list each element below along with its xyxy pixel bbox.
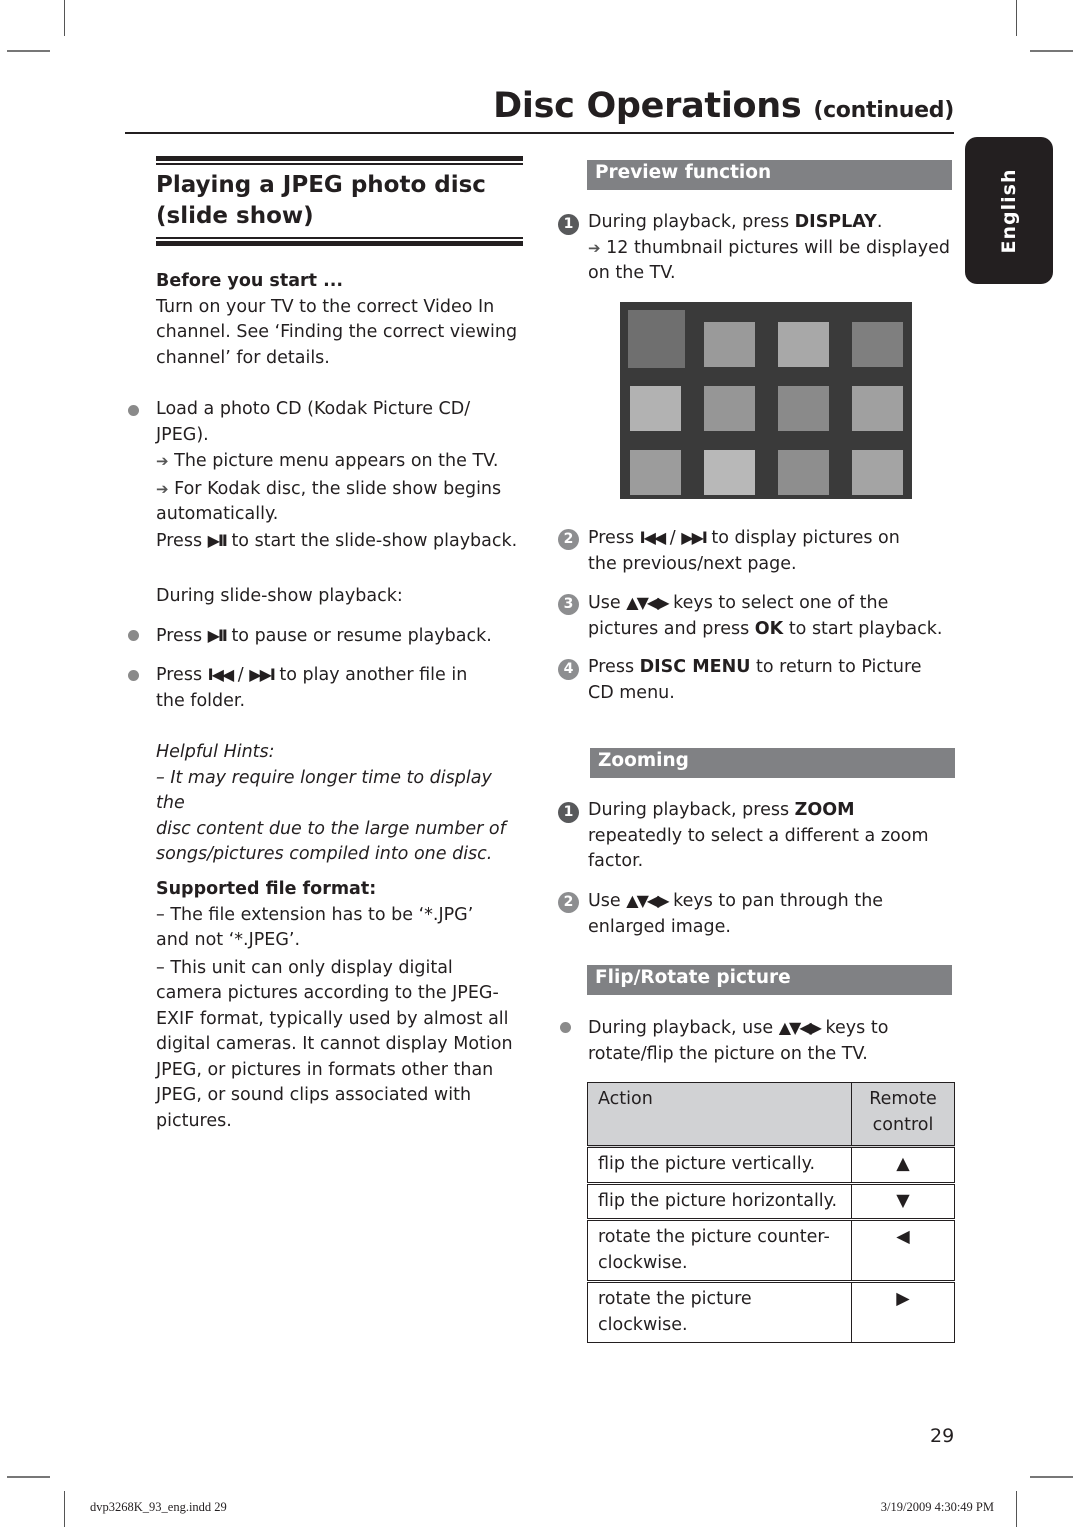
thumbnail-image xyxy=(852,322,903,367)
arrow-keys-icon: ▲▼◀▶ xyxy=(778,1018,822,1037)
arrow-right-icon: ➔ xyxy=(156,452,169,470)
slug-timestamp: 3/19/2009 4:30:49 PM xyxy=(880,1500,994,1514)
down-arrow-icon: ▼ xyxy=(851,1181,955,1220)
crop-mark xyxy=(1016,0,1017,36)
thumbnail-grid-image xyxy=(620,302,912,499)
crop-mark xyxy=(64,1491,65,1527)
table-row: rotate the picture clockwise. ▶ xyxy=(587,1280,955,1343)
arrow-right-icon: ➔ xyxy=(588,238,601,257)
ok-key: OK xyxy=(754,618,784,639)
thumbnail-image xyxy=(630,450,681,495)
zooming-step-2: Use ▲▼◀▶ keys to pan through the enlarge… xyxy=(588,891,884,937)
thumbnail-image xyxy=(630,386,681,431)
page-title-main: Disc Operations xyxy=(493,86,802,126)
preview-step-3: Use ▲▼◀▶ keys to select one of the pictu… xyxy=(588,593,943,639)
thumbnail-image xyxy=(628,310,685,368)
preview-step-2: Press I◀◀ / ▶▶I to display pictures on t… xyxy=(588,528,900,574)
previous-icon: I◀◀ xyxy=(207,665,235,684)
table-row: flip the picture vertically. ▲ xyxy=(587,1145,955,1184)
flip-instruction: During playback, use ▲▼◀▶ keys to rotate… xyxy=(588,1018,889,1064)
hints-heading: Helpful Hints: xyxy=(156,742,275,762)
title-rule xyxy=(125,132,954,134)
pause-instruction: Press ▶II to pause or resume playback. xyxy=(156,626,492,646)
crop-mark xyxy=(1030,1476,1073,1478)
crop-mark xyxy=(7,50,50,52)
step-number-icon: 2 xyxy=(558,892,579,913)
slug-filename: dvp3268K_93_eng.indd 29 xyxy=(90,1500,227,1514)
thumbnail-image xyxy=(778,386,829,431)
zoom-key: ZOOM xyxy=(794,800,855,820)
up-arrow-icon: ▲ xyxy=(851,1145,955,1184)
thumbnail-image xyxy=(704,322,755,367)
load-disc-instructions: Load a photo CD (Kodak Picture CD/ JPEG)… xyxy=(156,399,518,551)
helpful-hints: Helpful Hints: – It may require longer t… xyxy=(156,740,526,868)
next-icon: ▶▶I xyxy=(249,665,276,684)
flip-rotate-table: Action Remote control flip the picture v… xyxy=(587,1082,955,1343)
crop-mark xyxy=(7,1476,50,1478)
skip-instruction: Press I◀◀ / ▶▶I to play another file in … xyxy=(156,665,468,711)
zooming-step-1: During playback, press ZOOM repeatedly t… xyxy=(588,800,929,871)
formats-heading: Supported file format: xyxy=(156,879,377,899)
thumbnail-image xyxy=(704,386,755,431)
table-header-row: Action Remote control xyxy=(587,1082,955,1147)
crop-mark xyxy=(64,0,65,36)
left-arrow-icon: ◀ xyxy=(851,1218,955,1282)
bullet-icon xyxy=(128,405,139,416)
step-number-icon: 1 xyxy=(558,214,579,235)
before-start-heading: Before you start ... xyxy=(156,271,344,291)
table-row: rotate the picture counter-clockwise. ◀ xyxy=(587,1218,955,1282)
play-pause-icon: ▶II xyxy=(207,626,228,645)
arrow-keys-icon: ▲▼◀▶ xyxy=(626,891,669,910)
bullet-icon xyxy=(560,1022,571,1033)
crop-mark xyxy=(1016,1491,1017,1527)
bullet-icon xyxy=(128,630,139,641)
display-key: DISPLAY xyxy=(794,212,877,232)
step-number-icon: 1 xyxy=(558,802,579,823)
during-label: During slide-show playback: xyxy=(156,586,403,606)
table-row: flip the picture horizontally. ▼ xyxy=(587,1181,955,1220)
disc-menu-key: DISC MENU xyxy=(639,657,751,677)
preview-step-1: During playback, press DISPLAY. ➔ 12 thu… xyxy=(588,212,951,283)
arrow-right-icon: ➔ xyxy=(156,479,169,498)
arrow-keys-icon: ▲▼◀▶ xyxy=(626,593,669,612)
thumbnail-image xyxy=(852,386,903,431)
table-header-remote: Remote control xyxy=(851,1082,955,1147)
thumbnail-image xyxy=(778,322,829,367)
previous-icon: I◀◀ xyxy=(639,528,667,547)
page-title-suffix: (continued) xyxy=(813,98,954,123)
section-title: Playing a JPEG photo disc (slide show) xyxy=(156,172,486,229)
right-arrow-icon: ▶ xyxy=(851,1280,955,1343)
next-icon: ▶▶I xyxy=(681,528,708,547)
crop-mark xyxy=(1030,50,1073,52)
step-number-icon: 2 xyxy=(558,529,579,550)
play-pause-icon: ▶II xyxy=(207,530,228,550)
table-header-action: Action xyxy=(587,1082,852,1147)
before-you-start: Before you start ... Turn on your TV to … xyxy=(156,269,526,371)
page-number: 29 xyxy=(930,1425,955,1447)
flip-rotate-header: Flip/Rotate picture xyxy=(587,965,952,995)
thumbnail-image xyxy=(852,450,903,495)
section-rule-top xyxy=(156,156,523,165)
page-title: Disc Operations (continued) xyxy=(493,86,954,126)
zooming-header: Zooming xyxy=(590,748,955,778)
thumbnail-image xyxy=(704,450,755,495)
bullet-icon xyxy=(128,670,139,681)
language-tab: English xyxy=(965,137,1053,284)
step-number-icon: 4 xyxy=(558,659,579,680)
thumbnail-image xyxy=(778,450,829,495)
supported-formats: Supported file format: – The file extens… xyxy=(156,877,526,1134)
preview-function-header: Preview function xyxy=(587,160,952,190)
step-number-icon: 3 xyxy=(558,594,579,615)
section-rule-bottom xyxy=(156,237,523,246)
preview-step-4: Press DISC MENU to return to Picture CD … xyxy=(588,657,922,703)
language-tab-label: English xyxy=(998,168,1020,253)
